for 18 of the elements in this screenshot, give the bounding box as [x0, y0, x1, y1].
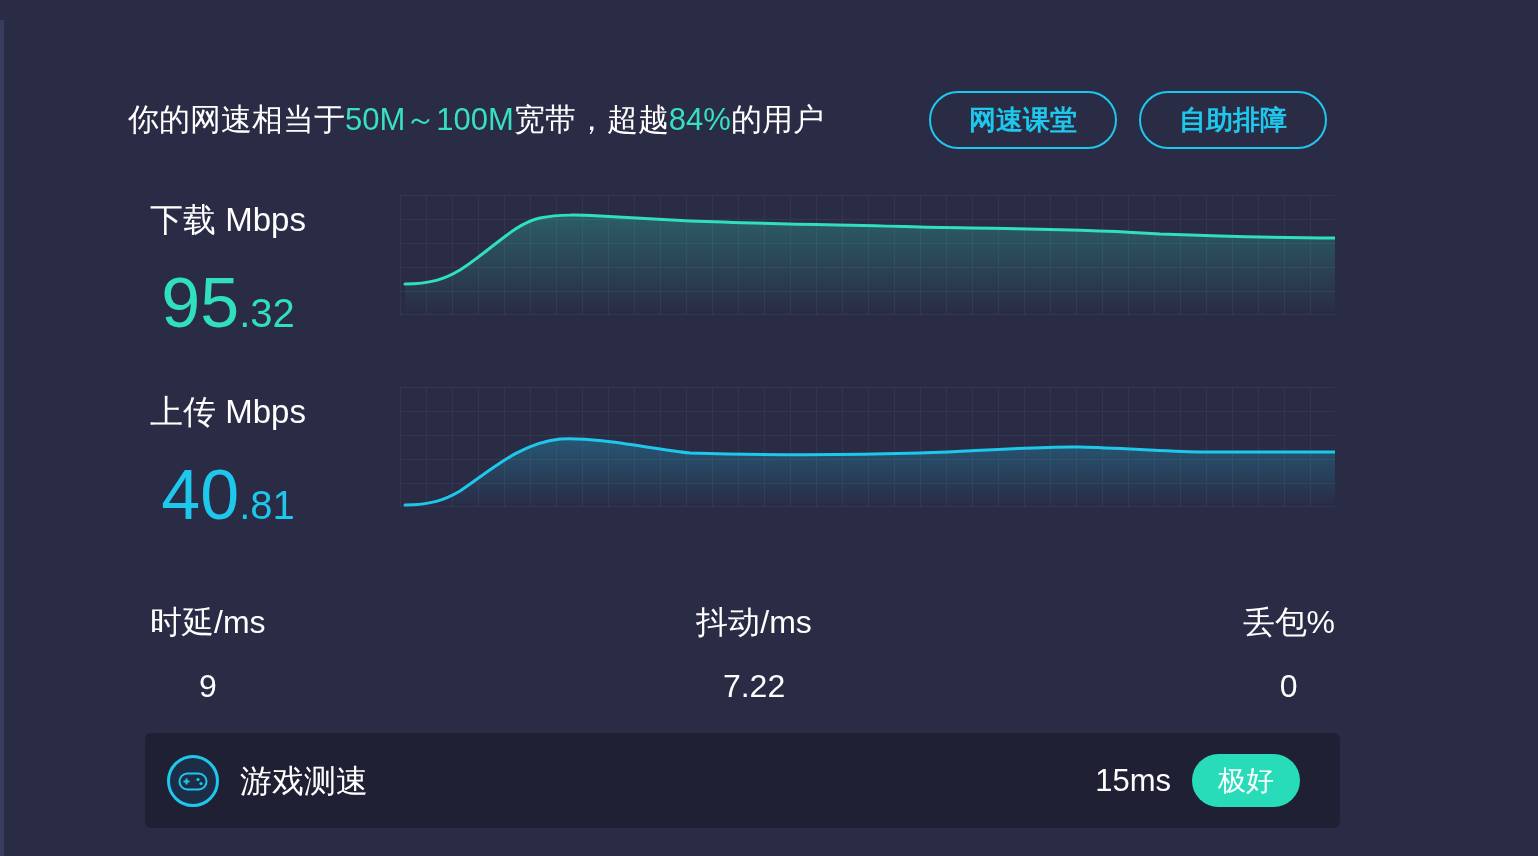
upload-speed-value: 40.81 [161, 455, 295, 536]
metric-value: 7.22 [722, 667, 786, 706]
game-speed-test-bar[interactable]: 游戏测速 15ms 极好 [145, 733, 1340, 828]
metric-value: 0 [1279, 667, 1298, 706]
metric-label: 丢包% [1242, 603, 1335, 642]
link-button[interactable]: 自助排障 [1139, 91, 1327, 149]
gamepad-icon [167, 754, 219, 807]
rating-badge: 极好 [1192, 754, 1300, 807]
metric-value: 9 [198, 667, 217, 706]
game-latency-value: 15ms [1095, 761, 1171, 800]
game-speed-test-label: 游戏测速 [240, 761, 368, 801]
download-speed-label: 下载 Mbps [150, 200, 306, 240]
link-button[interactable]: 网速课堂 [929, 91, 1117, 149]
metric-label: 时延/ms [150, 603, 266, 642]
speed-summary-text: 你的网速相当于50M～100M宽带，超越84%的用户 [128, 101, 825, 139]
download-speed-value: 95.32 [161, 263, 295, 344]
upload-speed-label: 上传 Mbps [150, 392, 306, 432]
metric-label: 抖动/ms [696, 603, 812, 642]
